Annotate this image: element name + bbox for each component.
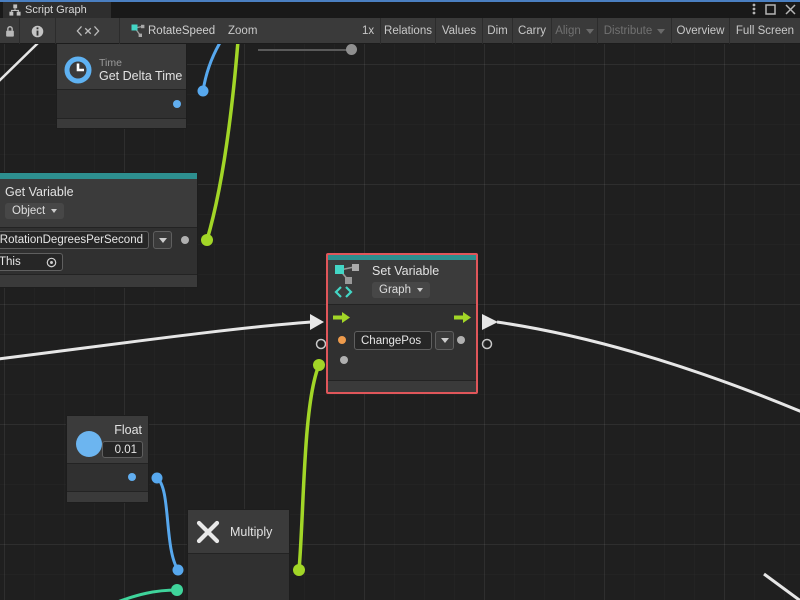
lock-button[interactable] xyxy=(0,18,20,44)
float-value-field[interactable]: 0.01 xyxy=(102,441,143,458)
node-float[interactable]: Float 0.01 xyxy=(66,415,149,503)
variable-name-input-port[interactable] xyxy=(338,336,346,344)
multiply-icon xyxy=(195,519,221,545)
flow-input-port[interactable] xyxy=(333,312,350,323)
wire-endpoint xyxy=(171,584,183,596)
code-icon xyxy=(76,24,100,38)
value-input-port[interactable] xyxy=(340,356,348,364)
empty-terminal-left xyxy=(317,340,326,349)
graph-toolbar: RotateSpeed Zoom 1x Relations Values Dim… xyxy=(0,18,800,44)
full-screen-button[interactable]: Full Screen xyxy=(730,18,800,44)
float-icon xyxy=(76,431,102,457)
float-output-port[interactable] xyxy=(128,473,136,481)
node-title: Multiply xyxy=(230,525,272,539)
variable-name-field[interactable]: ChangePos xyxy=(354,331,432,350)
graph-tab-icon xyxy=(9,4,21,16)
values-button[interactable]: Values xyxy=(436,18,483,44)
variable-kind-dropdown[interactable]: Graph xyxy=(372,282,430,298)
wire-endpoint xyxy=(198,86,209,97)
align-button: Align xyxy=(552,18,598,44)
value-wire-delta-time xyxy=(203,44,221,91)
node-category: Time xyxy=(99,57,122,69)
code-preview-button[interactable] xyxy=(56,18,120,44)
wire-endpoint xyxy=(201,234,213,246)
clock-icon xyxy=(63,55,93,85)
distribute-button: Distribute xyxy=(598,18,672,44)
flow-wire-left xyxy=(0,322,311,359)
tab-script-graph[interactable]: Script Graph xyxy=(3,2,111,18)
variable-name-dropdown[interactable] xyxy=(435,331,454,350)
object-picker-icon xyxy=(46,257,57,268)
chevron-down-icon xyxy=(417,288,423,292)
chevron-down-icon xyxy=(441,338,449,343)
graph-canvas[interactable]: Time Get Delta Time Get Variable Object xyxy=(0,44,800,600)
node-title: Float xyxy=(114,423,142,437)
get-variable-output-port[interactable] xyxy=(181,236,189,244)
delta-time-output-port[interactable] xyxy=(173,100,181,108)
chevron-down-icon xyxy=(159,238,167,243)
node-footer xyxy=(57,118,186,128)
node-title: Get Variable xyxy=(5,185,74,199)
flow-wire-right xyxy=(497,322,800,412)
window-close-icon[interactable] xyxy=(785,4,796,15)
relations-button[interactable]: Relations xyxy=(380,18,436,44)
wire-endpoint xyxy=(313,359,325,371)
zoom-slider-handle[interactable] xyxy=(346,44,357,55)
node-set-variable[interactable]: Set Variable Graph ChangePos xyxy=(326,253,478,394)
value-wire-multiply-b xyxy=(112,590,177,600)
flow-output-port[interactable] xyxy=(454,312,471,323)
wire-endpoint xyxy=(152,473,163,484)
info-icon xyxy=(31,25,44,38)
variable-kind-dropdown[interactable]: Object xyxy=(5,203,64,219)
zoom-slider-track[interactable] xyxy=(258,49,354,51)
tab-bar: Script Graph xyxy=(0,0,800,18)
node-title: Set Variable xyxy=(372,264,439,278)
value-wire-float-multiply xyxy=(157,478,178,570)
set-variable-icon xyxy=(333,263,365,299)
wire-endpoint xyxy=(293,564,305,576)
flow-arrowhead-right xyxy=(482,314,498,330)
window-menu-icon[interactable] xyxy=(752,2,756,16)
node-get-variable[interactable]: Get Variable Object RotationDegreesPerSe… xyxy=(0,172,198,288)
set-variable-output-port[interactable] xyxy=(457,336,465,344)
carry-button[interactable]: Carry xyxy=(513,18,552,44)
variable-name-field[interactable]: RotationDegreesPerSecond xyxy=(0,231,149,249)
window-focus-accent xyxy=(0,0,800,2)
flow-wire-top-left xyxy=(0,44,40,82)
flow-arrowhead-left xyxy=(310,314,324,330)
zoom-label: Zoom xyxy=(228,25,257,37)
script-graph-window: Script Graph xyxy=(0,0,800,600)
overview-button[interactable]: Overview xyxy=(672,18,730,44)
lock-icon xyxy=(4,25,16,38)
inspect-button[interactable] xyxy=(20,18,56,44)
flow-wire-bottom-right xyxy=(764,574,800,600)
graph-name-label: RotateSpeed xyxy=(148,25,215,37)
graph-asset-icon xyxy=(131,24,145,38)
node-footer xyxy=(0,274,197,287)
chevron-down-icon xyxy=(51,209,57,213)
tab-title: Script Graph xyxy=(25,4,87,16)
node-footer xyxy=(67,491,148,502)
node-title: Get Delta Time xyxy=(99,69,182,83)
window-maximize-icon[interactable] xyxy=(765,4,776,15)
value-wire-multiply-setvar xyxy=(299,365,319,570)
empty-terminal-right xyxy=(483,340,492,349)
dim-button[interactable]: Dim xyxy=(483,18,513,44)
node-multiply[interactable]: Multiply A A × B B xyxy=(187,509,290,600)
variable-name-dropdown[interactable] xyxy=(153,231,172,249)
variable-target-field[interactable]: This xyxy=(0,253,63,271)
wire-endpoint xyxy=(173,565,184,576)
value-wire-get-variable xyxy=(207,44,238,240)
node-footer xyxy=(328,380,476,392)
node-get-delta-time[interactable]: Time Get Delta Time xyxy=(56,44,187,129)
zoom-value: 1x xyxy=(362,25,374,37)
chevron-down-icon xyxy=(657,29,665,34)
chevron-down-icon xyxy=(586,29,594,34)
